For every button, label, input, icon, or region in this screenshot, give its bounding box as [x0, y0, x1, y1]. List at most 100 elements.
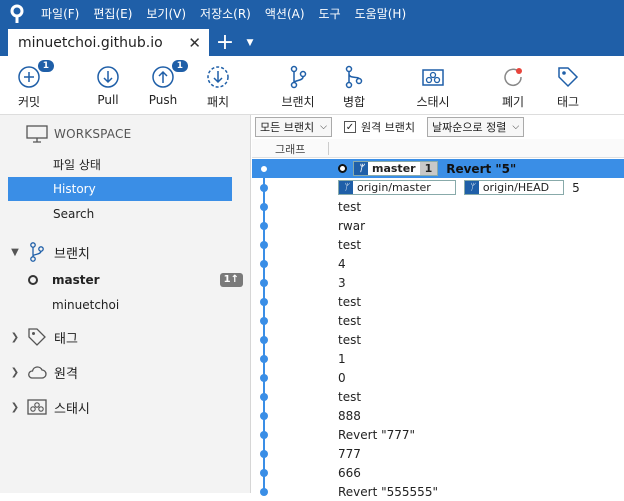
commit-node	[260, 165, 268, 173]
sidebar-section-remotes[interactable]: ❯ 원격	[8, 359, 238, 385]
commit-row[interactable]: 4	[252, 254, 624, 273]
commit-message: 777	[338, 446, 361, 461]
commit-message: test	[338, 199, 362, 214]
stash-label: 스태시	[416, 95, 450, 109]
fetch-button[interactable]: 패치	[204, 56, 232, 115]
commit-row[interactable]: 0	[252, 368, 624, 387]
repo-tab-title: minuetchoi.github.io	[18, 34, 163, 51]
menu-actions[interactable]: 액션(A)	[258, 5, 312, 22]
commit-message-cell: 777	[338, 447, 361, 461]
commit-row[interactable]: 3	[252, 273, 624, 292]
sidebar-section-stashes[interactable]: ❯ 스태시	[8, 394, 238, 420]
sidebar-item-search[interactable]: Search	[8, 202, 232, 226]
commit-node	[260, 355, 268, 363]
branch-ref-label[interactable]: ᛘ origin/master	[338, 180, 456, 195]
repo-tab[interactable]: minuetchoi.github.io ✕	[8, 29, 209, 56]
sort-select[interactable]: 날짜순으로 정렬 ⌵	[427, 117, 525, 137]
commit-row[interactable]: test	[252, 311, 624, 330]
remote-branches-checkbox[interactable]: ✓	[343, 121, 356, 133]
pull-button[interactable]: Pull	[93, 56, 123, 115]
commit-message-cell: test	[338, 295, 361, 309]
menu-tools[interactable]: 도구	[312, 5, 348, 22]
branch-label: 브랜치	[281, 95, 315, 109]
stashes-header-label: 스태시	[54, 401, 90, 417]
current-branch-icon	[28, 275, 38, 285]
commit-node	[260, 298, 268, 306]
commit-message-cell: test	[338, 390, 361, 404]
commit-row[interactable]: test	[252, 292, 624, 311]
toolbar: 1 커밋 Pull 1 Push 패치 브랜치 병합 스태시 폐기 태그	[0, 56, 624, 115]
commit-message: 0	[338, 370, 346, 385]
commit-message: test	[338, 294, 362, 309]
pull-label: Pull	[97, 93, 119, 107]
close-tab-icon[interactable]: ✕	[188, 34, 201, 52]
commit-row[interactable]: ᛘ origin/master ᛘ origin/HEAD 5	[252, 178, 624, 197]
commit-row[interactable]: test	[252, 235, 624, 254]
commit-message: Revert "777"	[338, 427, 416, 442]
commit-message: test	[338, 237, 362, 252]
commit-label: 커밋	[17, 95, 41, 109]
commit-row[interactable]: 666	[252, 463, 624, 482]
filter-bar: 모든 브랜치 ⌵ ✓ 원격 브랜치 날짜순으로 정렬 ⌵	[252, 115, 624, 139]
push-button[interactable]: 1 Push	[148, 56, 188, 115]
branch-filter-select[interactable]: 모든 브랜치 ⌵	[255, 117, 332, 137]
commit-row[interactable]: 1	[252, 349, 624, 368]
discard-button[interactable]: 폐기	[499, 56, 527, 115]
tag-button[interactable]: 태그	[554, 56, 582, 115]
sidebar-section-branches[interactable]: ▼ 브랜치	[8, 239, 238, 265]
branch-button[interactable]: 브랜치	[279, 56, 317, 115]
commit-message: 3	[338, 275, 346, 290]
menu-edit[interactable]: 편집(E)	[86, 5, 139, 22]
commit-row[interactable]: Revert "777"	[252, 425, 624, 444]
column-header: 그래프	[252, 139, 624, 158]
tab-dropdown-icon[interactable]: ▼	[239, 29, 261, 56]
ref-name: origin/HEAD	[482, 181, 550, 194]
menu-file[interactable]: 파일(F)	[34, 5, 86, 22]
push-arrow-icon: 1	[151, 60, 188, 89]
commit-button[interactable]: 1 커밋	[11, 56, 54, 115]
tags-header-label: 태그	[54, 331, 78, 347]
commit-message: rwar	[338, 218, 366, 233]
sourcetree-logo-icon	[0, 0, 34, 27]
branch-item-master[interactable]: master 1↑	[28, 268, 243, 292]
remotes-header-label: 원격	[54, 366, 78, 382]
menu-help[interactable]: 도움말(H)	[348, 5, 414, 22]
commit-row[interactable]: rwar	[252, 216, 624, 235]
push-label: Push	[148, 93, 178, 107]
menu-repository[interactable]: 저장소(R)	[193, 5, 258, 22]
pull-arrow-icon	[96, 65, 120, 89]
sidebar-item-file-status[interactable]: 파일 상태	[8, 152, 232, 176]
commit-row[interactable]: 888	[252, 406, 624, 425]
commit-row[interactable]: test	[252, 387, 624, 406]
branch-ref-label[interactable]: ᛘ master 1	[353, 161, 439, 176]
chevron-down-icon: ▼	[11, 246, 19, 258]
commit-message-cell: test	[338, 333, 361, 347]
push-badge: 1	[171, 60, 188, 72]
commit-row[interactable]: test	[252, 330, 624, 349]
commit-row[interactable]: 777	[252, 444, 624, 463]
add-tab-button[interactable]: +	[211, 29, 239, 56]
commit-message-cell: 4	[338, 257, 346, 271]
column-separator[interactable]	[328, 142, 329, 155]
sort-value: 날짜순으로 정렬	[432, 121, 507, 134]
stash-button[interactable]: 스태시	[413, 56, 453, 115]
commit-message-cell: Revert "777"	[338, 428, 415, 442]
branch-icon: ᛘ	[464, 181, 479, 194]
remote-branches-label: 원격 브랜치	[360, 121, 416, 134]
merge-button[interactable]: 병합	[340, 56, 368, 115]
commit-row[interactable]: test	[252, 197, 624, 216]
sidebar-item-history[interactable]: History	[8, 177, 232, 201]
branch-ref-label[interactable]: ᛘ origin/HEAD	[463, 180, 565, 195]
branch-icon	[26, 241, 48, 263]
commit-message-cell: 888	[338, 409, 361, 423]
branch-filter-value: 모든 브랜치	[260, 121, 315, 134]
menu-view[interactable]: 보기(V)	[139, 5, 193, 22]
commit-node	[260, 412, 268, 420]
commit-node	[260, 469, 268, 477]
branch-item-minuetchoi[interactable]: minuetchoi	[28, 293, 243, 317]
graph-column-header[interactable]: 그래프	[275, 141, 305, 157]
discard-label: 폐기	[501, 95, 525, 109]
commit-row[interactable]: ᛘ master 1 Revert "5"	[252, 159, 624, 178]
sidebar-section-tags[interactable]: ❯ 태그	[8, 324, 238, 350]
commit-row[interactable]: Revert "555555"	[252, 482, 624, 501]
